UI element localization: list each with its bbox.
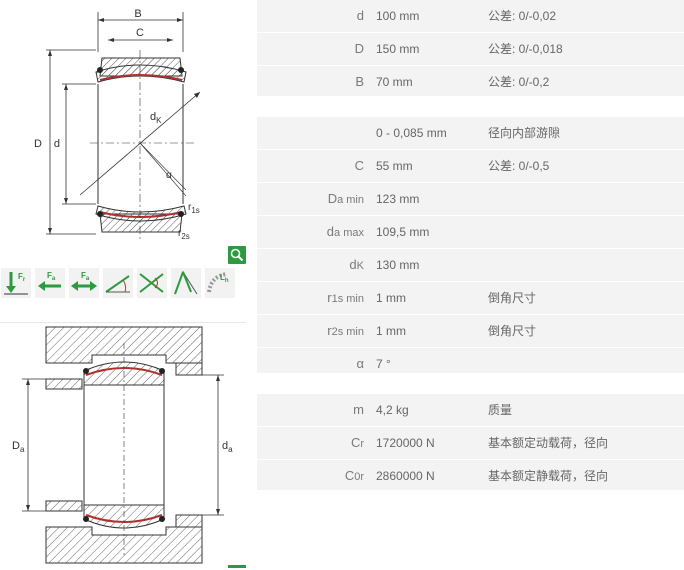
symbol: α <box>356 356 364 371</box>
bearing-dimension-svg: B C D d dK α r1s r2s <box>34 8 201 241</box>
label-r1s: r1s <box>188 202 200 215</box>
symbol: C0r <box>344 468 364 483</box>
table-row: dK 130 mm <box>257 249 684 282</box>
additional-dimensions-table: 0 - 0,085 mm 径向内部游隙 C 55 mm 公差: 0/-0,5 D… <box>257 117 684 381</box>
dimensions-table: d 100 mm 公差: 0/-0,02 D 150 mm 公差: 0/-0,0… <box>257 0 684 99</box>
oscillation-angle-icon[interactable] <box>137 268 167 298</box>
radial-load-icon[interactable]: Fr <box>1 268 31 298</box>
table-row: Da min 123 mm <box>257 183 684 216</box>
description: 公差: 0/-0,02 <box>488 9 557 23</box>
description: 径向内部游隙 <box>488 126 561 140</box>
value: 1720000 N <box>376 436 435 450</box>
tilt-angle-icon[interactable] <box>103 268 133 298</box>
value: 123 mm <box>376 192 420 206</box>
table-row: C 55 mm 公差: 0/-0,5 <box>257 150 684 183</box>
zoom-icon[interactable] <box>228 246 246 264</box>
description: 公差: 0/-0,2 <box>488 75 550 89</box>
description: 基本额定静载荷，径向 <box>488 469 609 483</box>
symbol: d <box>356 8 364 23</box>
value: 1 mm <box>376 291 406 305</box>
axial-load-left-icon[interactable]: Fa <box>35 268 65 298</box>
tilting-icon[interactable] <box>171 268 201 298</box>
value: 100 mm <box>376 9 420 23</box>
axial-load-both-icon[interactable]: Fa <box>69 268 99 298</box>
symbol: B <box>355 74 364 89</box>
label-D: D <box>34 138 42 150</box>
mounting-svg: Da da <box>12 326 233 564</box>
value: 7 ° <box>376 357 391 371</box>
value: 130 mm <box>376 258 420 272</box>
label-C: C <box>136 27 144 39</box>
symbol <box>264 117 364 149</box>
symbol: r1s min <box>327 290 364 305</box>
table-row: r2s min 1 mm 倒角尺寸 <box>257 315 684 348</box>
table-row: m 4,2 kg 质量 <box>257 394 684 427</box>
symbol: dK <box>349 257 364 272</box>
label-d: d <box>54 138 60 150</box>
description: 公差: 0/-0,018 <box>488 42 563 56</box>
table-row: da max 109,5 mm <box>257 216 684 249</box>
description: 质量 <box>488 403 513 417</box>
value: 4,2 kg <box>376 403 409 417</box>
symbol: Cr <box>350 435 364 450</box>
svg-text:Fr: Fr <box>18 272 26 283</box>
label-da: da <box>222 440 233 454</box>
label-alpha: α <box>166 170 172 181</box>
symbol: C <box>354 158 364 173</box>
life-icon[interactable]: Lh <box>205 268 235 298</box>
svg-text:Fa: Fa <box>47 271 56 282</box>
description: 基本额定动载荷，径向 <box>488 436 609 450</box>
table-row: d 100 mm 公差: 0/-0,02 <box>257 0 684 33</box>
symbol: da max <box>326 224 364 239</box>
value: 1 mm <box>376 324 406 338</box>
value: 150 mm <box>376 42 420 56</box>
table-row: 0 - 0,085 mm 径向内部游隙 <box>257 117 684 150</box>
description: 倒角尺寸 <box>488 291 537 305</box>
value: 2860000 N <box>376 469 435 483</box>
svg-text:Fa: Fa <box>81 271 90 282</box>
mounting-dimension-drawing: Da da <box>0 322 246 569</box>
symbol: Da min <box>327 191 364 206</box>
value: 70 mm <box>376 75 413 89</box>
table-row: r1s min 1 mm 倒角尺寸 <box>257 282 684 315</box>
svg-text:Lh: Lh <box>220 273 229 284</box>
symbol: D <box>354 41 364 56</box>
description: 倒角尺寸 <box>488 324 537 338</box>
label-dK: dK <box>150 111 162 125</box>
load-case-icon-bar: Fr Fa Fa Lh <box>0 268 246 300</box>
label-Da: Da <box>12 440 25 454</box>
symbol: r2s min <box>327 323 364 338</box>
label-B: B <box>134 8 141 20</box>
table-row: B 70 mm 公差: 0/-0,2 <box>257 66 684 99</box>
table-row: D 150 mm 公差: 0/-0,018 <box>257 33 684 66</box>
symbol: m <box>353 402 364 417</box>
description: 公差: 0/-0,5 <box>488 159 550 173</box>
table-row: C0r 2860000 N 基本额定静载荷，径向 <box>257 460 684 493</box>
load-ratings-table: m 4,2 kg 质量 Cr 1720000 N 基本额定动载荷，径向 C0r … <box>257 394 684 493</box>
value: 55 mm <box>376 159 413 173</box>
value: 0 - 0,085 mm <box>376 126 447 140</box>
bearing-cross-section-drawing: B C D d dK α r1s r2s <box>0 0 246 268</box>
label-r2s: r2s <box>178 228 190 241</box>
table-row: α 7 ° <box>257 348 684 381</box>
value: 109,5 mm <box>376 225 430 239</box>
table-row: Cr 1720000 N 基本额定动载荷，径向 <box>257 427 684 460</box>
